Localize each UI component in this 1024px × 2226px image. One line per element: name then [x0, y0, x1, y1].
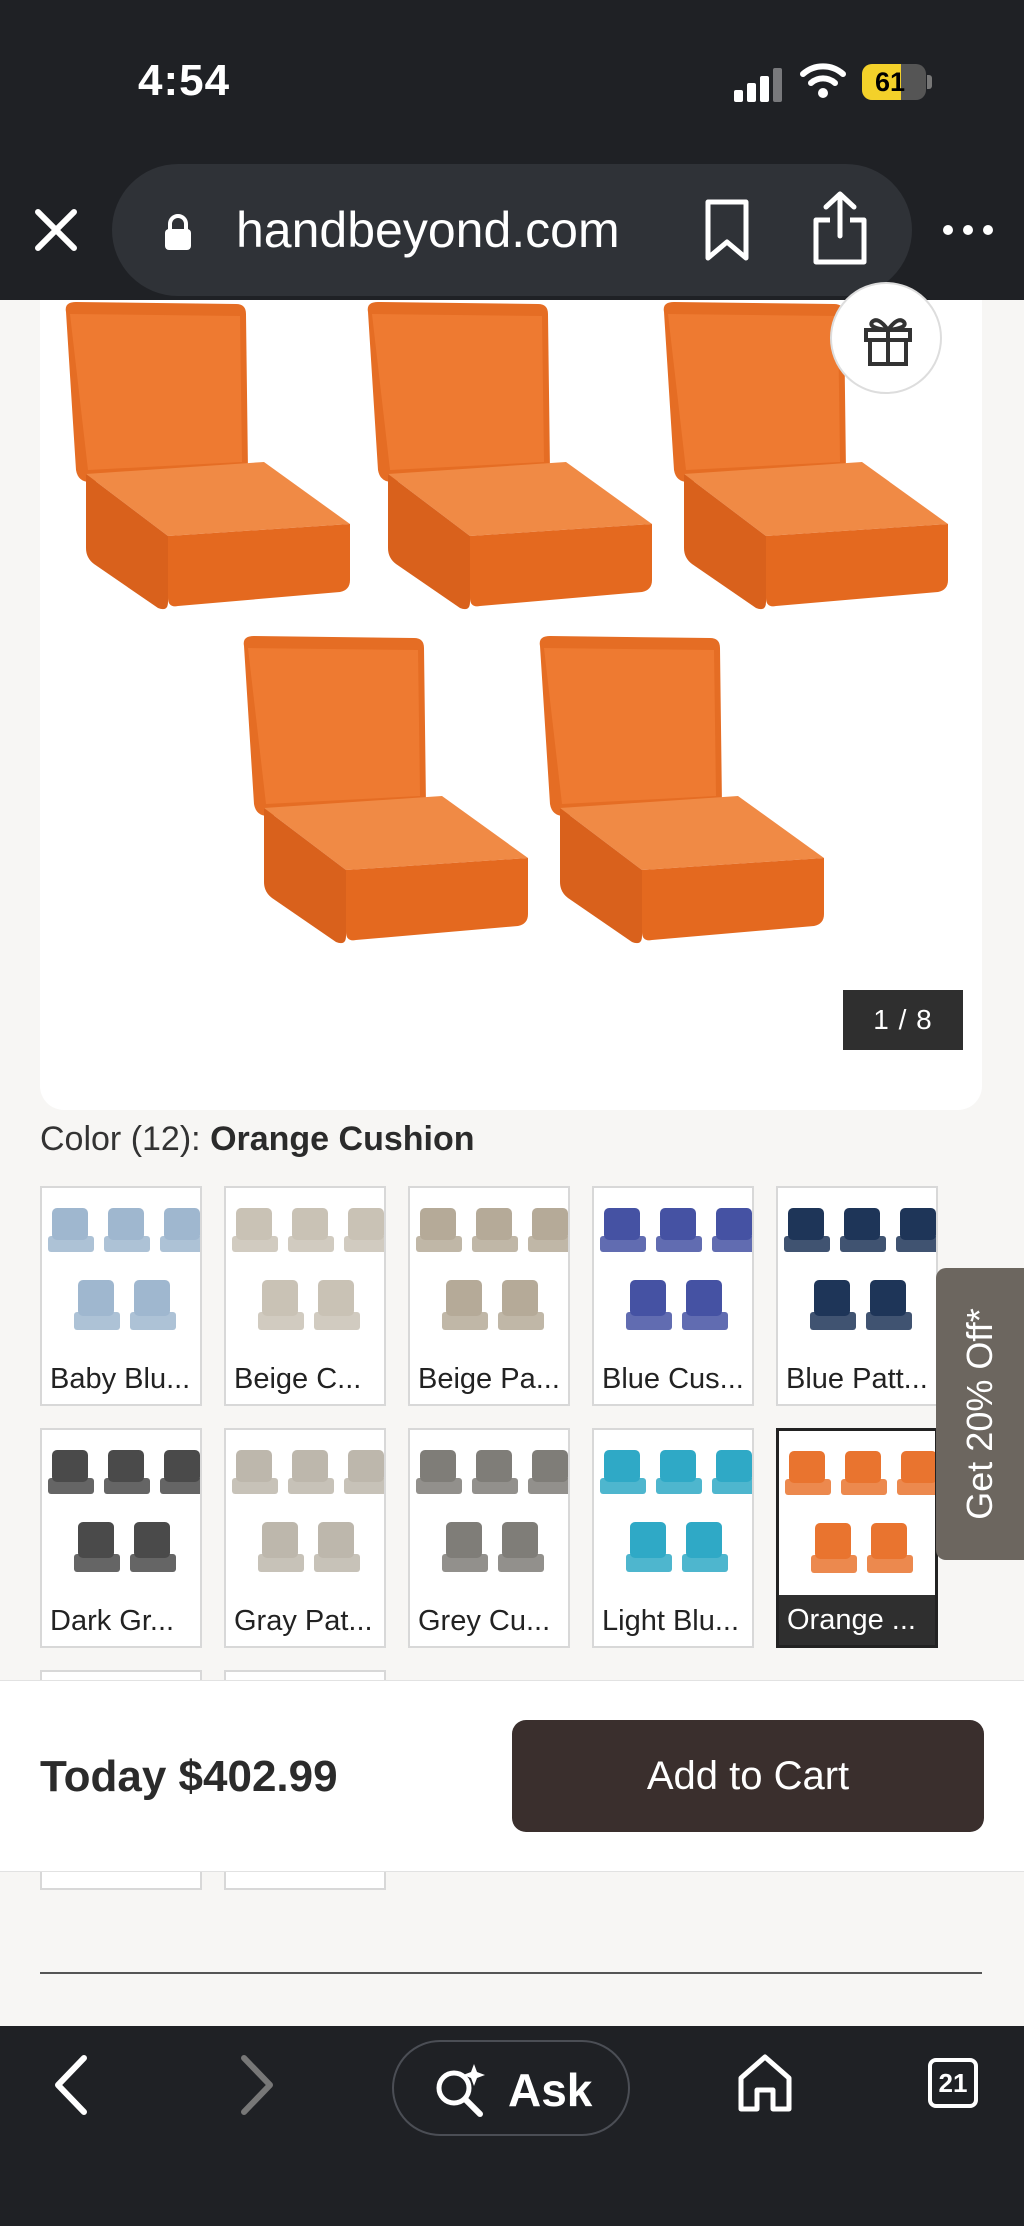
divider	[40, 1972, 982, 1974]
color-swatch[interactable]: Blue Cus...	[592, 1186, 754, 1406]
ask-label: Ask	[508, 2064, 593, 2116]
status-time: 4:54	[138, 56, 231, 105]
swatch-thumbnail	[779, 1431, 935, 1597]
color-swatch[interactable]: Gray Pat...	[224, 1428, 386, 1648]
color-swatch[interactable]: Baby Blu...	[40, 1186, 202, 1406]
close-icon[interactable]	[28, 202, 84, 258]
swatch-caption: Beige Pa...	[410, 1354, 568, 1404]
share-icon[interactable]	[810, 190, 870, 266]
swatch-thumbnail	[778, 1188, 936, 1354]
image-counter: 1 / 8	[843, 990, 963, 1050]
swatch-thumbnail	[410, 1188, 568, 1354]
promo-tab[interactable]: Get 20% Off*	[936, 1268, 1024, 1560]
more-options-icon[interactable]	[940, 220, 996, 240]
swatch-row-partial	[224, 1872, 386, 1890]
promo-label: Get 20% Off*	[959, 1308, 1000, 1520]
swatch-thumbnail	[226, 1430, 384, 1596]
battery-level: 61	[874, 67, 906, 97]
ask-button[interactable]: Ask	[392, 2040, 630, 2136]
swatch-caption: Orange ...	[779, 1595, 935, 1645]
product-image[interactable]	[40, 300, 982, 1110]
swatch-caption: Baby Blu...	[42, 1354, 200, 1404]
price: Today $402.99	[40, 1752, 338, 1801]
swatch-thumbnail	[594, 1430, 752, 1596]
selected-color: Orange Cushion	[210, 1120, 475, 1158]
swatch-thumbnail	[42, 1188, 200, 1354]
add-to-cart-button[interactable]: Add to Cart	[512, 1720, 984, 1832]
swatch-row-partial	[40, 1872, 202, 1890]
gift-icon	[864, 318, 912, 366]
cellular-signal-icon	[734, 68, 784, 102]
forward-icon[interactable]	[232, 2050, 282, 2120]
battery-icon: 61	[862, 64, 932, 100]
swatch-thumbnail	[42, 1430, 200, 1596]
cushion-set-4	[243, 636, 528, 944]
cushion-set-2	[367, 302, 652, 610]
home-icon[interactable]	[736, 2052, 794, 2114]
lock-icon	[165, 214, 191, 250]
swatch-thumbnail	[410, 1430, 568, 1596]
color-swatch[interactable]: Orange ...	[776, 1428, 938, 1648]
swatch-caption: Gray Pat...	[226, 1596, 384, 1646]
swatch-caption: Dark Gr...	[42, 1596, 200, 1646]
gift-button[interactable]	[830, 282, 942, 394]
swatch-caption: Blue Patt...	[778, 1354, 936, 1404]
wifi-icon	[800, 63, 846, 98]
url-text[interactable]: handbeyond.com	[236, 200, 666, 260]
swatch-caption: Blue Cus...	[594, 1354, 752, 1404]
search-sparkle-icon	[436, 2064, 485, 2117]
color-swatch[interactable]: Dark Gr...	[40, 1428, 202, 1648]
color-swatch[interactable]: Grey Cu...	[408, 1428, 570, 1648]
bookmark-icon[interactable]	[700, 198, 754, 262]
swatch-thumbnail	[226, 1188, 384, 1354]
swatch-caption: Grey Cu...	[410, 1596, 568, 1646]
color-label: Color (12): Orange Cushion	[40, 1120, 475, 1158]
color-swatch[interactable]: Beige C...	[224, 1186, 386, 1406]
color-swatch[interactable]: Light Blu...	[592, 1428, 754, 1648]
swatch-caption: Light Blu...	[594, 1596, 752, 1646]
tabs-button[interactable]: 21	[928, 2058, 978, 2108]
cushion-set-5	[539, 636, 824, 944]
back-icon[interactable]	[46, 2050, 96, 2120]
color-swatch[interactable]: Blue Patt...	[776, 1186, 938, 1406]
cushion-set-1	[65, 302, 350, 610]
color-swatch[interactable]: Beige Pa...	[408, 1186, 570, 1406]
swatch-thumbnail	[594, 1188, 752, 1354]
product-photo	[65, 302, 948, 944]
swatch-caption: Beige C...	[226, 1354, 384, 1404]
